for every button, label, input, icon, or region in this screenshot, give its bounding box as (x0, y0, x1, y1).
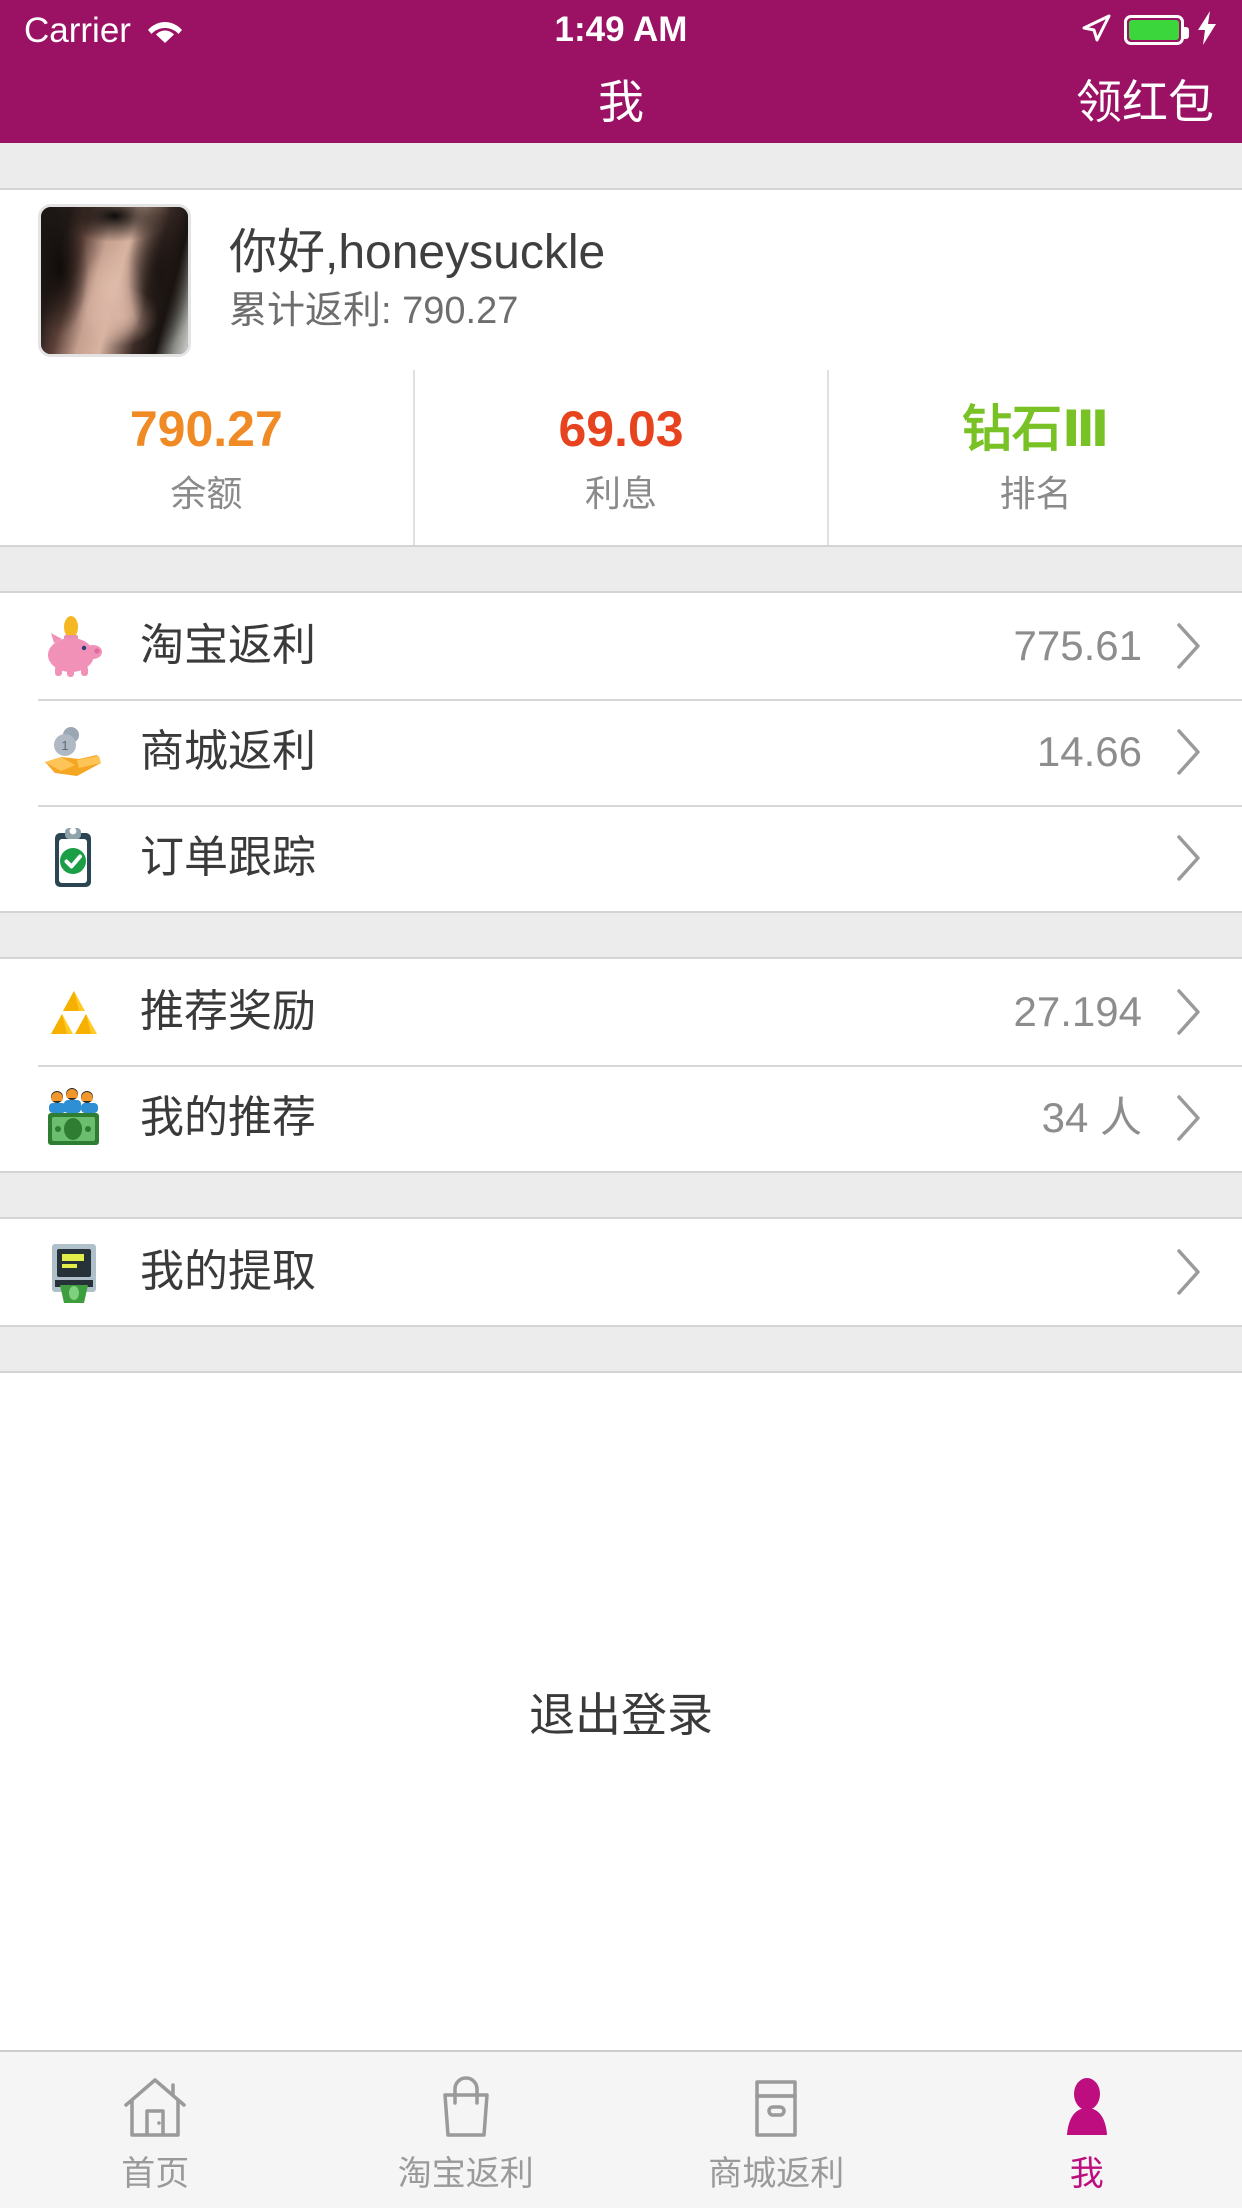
chevron-right-icon (1172, 986, 1206, 1038)
location-arrow-icon (1080, 12, 1112, 49)
tab-mall-rebate[interactable]: 商城返利 (621, 2052, 932, 2208)
logout-section[interactable]: 退出登录 (0, 1373, 1242, 2050)
clipboard-check-icon (38, 822, 110, 894)
status-bar-left: Carrier (24, 13, 185, 48)
status-bar-time: 1:49 AM (0, 0, 1242, 60)
menu-group-withdraw: 我的提取 (0, 1219, 1242, 1325)
wifi-icon (145, 13, 185, 48)
atm-machine-icon (38, 1236, 110, 1308)
menu-group-rebates: 淘宝返利 775.61 1 商城返利 14.66 订单跟踪 (0, 593, 1242, 911)
menu-item-label: 商城返利 (140, 727, 316, 776)
store-icon (739, 2069, 813, 2143)
menu-item-value: 27.194 (1013, 988, 1142, 1035)
shopping-bag-icon (429, 2069, 503, 2143)
stat-balance[interactable]: 790.27 余额 (0, 370, 413, 545)
receive-red-packet-button[interactable]: 领红包 (1076, 79, 1214, 125)
people-money-icon (38, 1082, 110, 1154)
section-spacer-top (0, 143, 1242, 190)
tab-taobao-rebate[interactable]: 淘宝返利 (311, 2052, 622, 2208)
menu-item-value: 14.66 (1036, 728, 1142, 775)
menu-item-value: 34 人 (1041, 1094, 1142, 1141)
chevron-right-icon (1172, 1092, 1206, 1144)
time-label: 1:49 AM (554, 10, 688, 49)
profile-greeting: 你好,honeysuckle (229, 225, 606, 279)
status-bar-right (1080, 10, 1218, 50)
menu-item-label: 我的推荐 (140, 1093, 316, 1142)
profile-text: 你好,honeysuckle 累计返利: 790.27 (229, 225, 606, 333)
menu-item-label: 淘宝返利 (140, 621, 316, 670)
chevron-right-icon (1172, 832, 1206, 884)
stat-balance-value: 790.27 (129, 400, 283, 457)
tab-profile[interactable]: 我 (932, 2052, 1242, 2208)
stat-interest-label: 利息 (585, 472, 658, 514)
section-spacer-2 (0, 911, 1242, 959)
menu-item-label: 推荐奖励 (140, 987, 316, 1036)
section-spacer-1 (0, 545, 1242, 593)
profile-section[interactable]: 你好,honeysuckle 累计返利: 790.27 (0, 190, 1242, 370)
menu-item-value: 775.61 (1013, 622, 1142, 669)
tab-label: 我 (1069, 2155, 1104, 2193)
stat-interest-value: 69.03 (558, 400, 684, 457)
stat-balance-label: 余额 (170, 472, 243, 514)
stat-rank-label: 排名 (999, 472, 1072, 514)
status-bar: Carrier 1:49 AM (0, 0, 1242, 60)
app-screen: Carrier 1:49 AM 我 领红包 你好,honeysuckle 累计返… (0, 0, 1242, 2208)
tab-label: 首页 (121, 2155, 190, 2193)
avatar-photo-shading (41, 206, 188, 354)
coin-in-hand-icon: 1 (38, 716, 110, 788)
page-title: 我 (598, 75, 644, 128)
tab-label: 淘宝返利 (397, 2155, 534, 2193)
stat-rank[interactable]: 钻石Ⅲ 排名 (827, 370, 1242, 545)
menu-item-my-withdrawals[interactable]: 我的提取 (0, 1219, 1242, 1325)
logout-button[interactable]: 退出登录 (529, 1679, 713, 1745)
svg-text:1: 1 (61, 738, 68, 753)
menu-item-label: 订单跟踪 (140, 833, 316, 882)
cumulative-rebate-label: 累计返利: 790.27 (229, 290, 519, 333)
stat-rank-value: 钻石Ⅲ (962, 400, 1110, 457)
nav-bar: 我 领红包 (0, 60, 1242, 143)
menu-item-mall-rebate[interactable]: 1 商城返利 14.66 (0, 699, 1242, 805)
menu-item-label: 我的提取 (140, 1247, 316, 1296)
tab-label: 商城返利 (708, 2155, 845, 2193)
home-icon (118, 2069, 192, 2143)
tab-bar: 首页 淘宝返利 商城返利 我 (0, 2050, 1242, 2208)
chevron-right-icon (1172, 1246, 1206, 1298)
chevron-right-icon (1172, 620, 1206, 672)
battery-fill (1129, 20, 1179, 40)
section-spacer-4 (0, 1325, 1242, 1373)
avatar[interactable] (38, 203, 191, 357)
menu-group-referral: 推荐奖励 27.194 我的推荐 34 人 (0, 959, 1242, 1171)
piggy-bank-icon (38, 610, 110, 682)
person-icon (1050, 2069, 1124, 2143)
battery-icon (1124, 15, 1189, 45)
lightning-bolt-icon (1196, 10, 1218, 50)
tab-home[interactable]: 首页 (0, 2052, 311, 2208)
menu-item-order-tracking[interactable]: 订单跟踪 (0, 805, 1242, 911)
section-spacer-3 (0, 1171, 1242, 1219)
menu-item-my-referrals[interactable]: 我的推荐 34 人 (0, 1065, 1242, 1171)
stats-row: 790.27 余额 69.03 利息 钻石Ⅲ 排名 (0, 370, 1242, 545)
chevron-right-icon (1172, 726, 1206, 778)
stat-interest[interactable]: 69.03 利息 (412, 370, 828, 545)
menu-item-taobao-rebate[interactable]: 淘宝返利 775.61 (0, 593, 1242, 699)
menu-item-referral-reward[interactable]: 推荐奖励 27.194 (0, 959, 1242, 1065)
gold-bars-icon (38, 976, 110, 1048)
carrier-label: Carrier (24, 10, 131, 50)
